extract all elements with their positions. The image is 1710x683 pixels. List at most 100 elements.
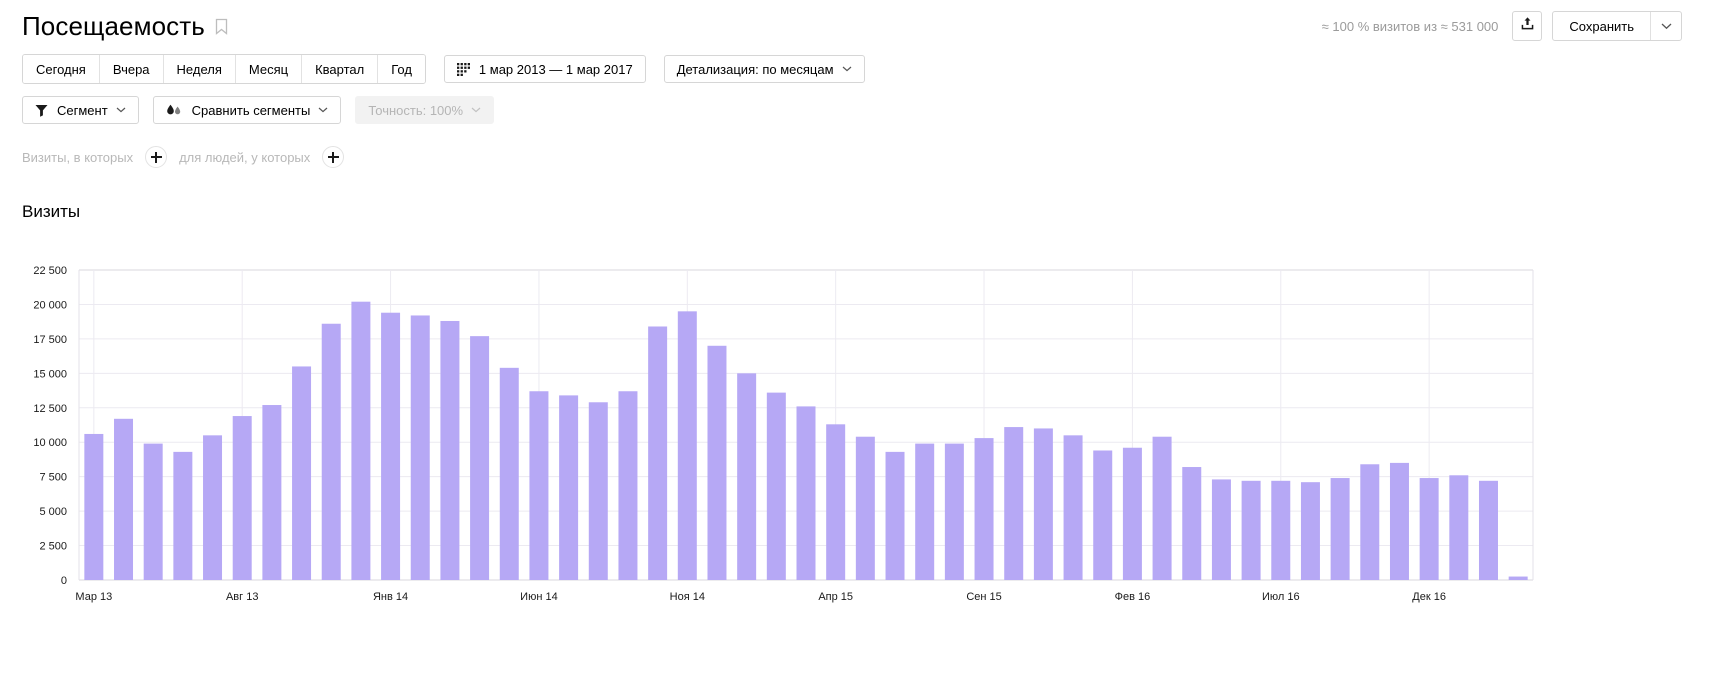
date-range-label: 1 мар 2013 — 1 мар 2017 xyxy=(478,61,633,77)
x-axis-tick-label: Сен 15 xyxy=(966,591,1001,603)
y-axis-tick-label: 15 000 xyxy=(33,368,67,380)
compare-drops-icon xyxy=(166,104,183,117)
y-axis-tick-label: 0 xyxy=(61,575,67,587)
chart-bar[interactable] xyxy=(588,402,608,580)
bookmark-icon[interactable] xyxy=(215,18,228,35)
chart-bar[interactable] xyxy=(321,323,341,580)
chart-bar[interactable] xyxy=(1449,475,1469,580)
chart-bar[interactable] xyxy=(826,424,846,580)
segment-label: Сегмент xyxy=(57,102,108,118)
add-people-condition-button[interactable] xyxy=(322,146,345,168)
x-axis-tick-label: Янв 14 xyxy=(373,591,408,603)
chart-bar[interactable] xyxy=(381,312,401,580)
chart-bar[interactable] xyxy=(915,443,935,580)
y-axis-tick-label: 5 000 xyxy=(39,506,67,518)
chart-bar[interactable] xyxy=(766,392,786,580)
y-axis-tick-label: 22 500 xyxy=(33,265,67,277)
chart-bar[interactable] xyxy=(292,366,312,580)
calendar-grid-icon xyxy=(456,62,470,76)
chart-bar[interactable] xyxy=(1152,436,1172,580)
x-axis-tick-label: Фев 16 xyxy=(1115,591,1151,603)
chart-bar[interactable] xyxy=(677,311,697,580)
people-filter-label: для людей, у которых xyxy=(179,149,311,165)
chart-bar[interactable] xyxy=(499,367,519,580)
add-visit-condition-button[interactable] xyxy=(145,146,168,168)
y-axis-tick-label: 17 500 xyxy=(33,334,67,346)
save-dropdown-button[interactable] xyxy=(1650,12,1681,40)
period-button-today[interactable]: Сегодня xyxy=(23,55,100,83)
chart-bar[interactable] xyxy=(410,315,430,580)
x-axis-tick-label: Июн 14 xyxy=(520,591,558,603)
x-axis-tick-label: Апр 15 xyxy=(818,591,853,603)
chart-bar[interactable] xyxy=(648,326,668,580)
x-axis-tick-label: Июл 16 xyxy=(1262,591,1300,603)
chart-bar[interactable] xyxy=(1122,447,1142,580)
date-range-picker[interactable]: 1 мар 2013 — 1 мар 2017 xyxy=(443,55,646,83)
save-button[interactable]: Сохранить xyxy=(1553,12,1650,40)
chart-bar[interactable] xyxy=(529,391,549,580)
x-axis-tick-label: Дек 16 xyxy=(1412,591,1446,603)
page-title: Посещаемость xyxy=(22,11,205,41)
chart-bar[interactable] xyxy=(618,391,638,580)
chart-bar[interactable] xyxy=(114,418,134,580)
chart-bar[interactable] xyxy=(974,438,994,580)
x-axis-tick-label: Ноя 14 xyxy=(670,591,705,603)
chart-bar[interactable] xyxy=(796,406,816,580)
segment-toolbar: Сегмент Сравнить сегменты Точность: 100% xyxy=(0,84,1710,124)
chart-bar[interactable] xyxy=(1241,480,1261,580)
chart-bar[interactable] xyxy=(737,373,757,580)
period-button-week[interactable]: Неделя xyxy=(163,55,236,83)
chart-bar[interactable] xyxy=(1300,482,1320,580)
period-button-yesterday[interactable]: Вчера xyxy=(99,55,164,83)
y-axis-tick-label: 7 500 xyxy=(39,472,67,484)
chart-bar[interactable] xyxy=(855,436,875,580)
chart-canvas: 0 2 500 5 000 7 500 10 000 12 500 15 000 17 500… xyxy=(33,265,1534,603)
chart-bar[interactable] xyxy=(1063,435,1083,580)
period-button-month[interactable]: Месяц xyxy=(235,55,303,83)
period-button-quarter[interactable]: Квартал xyxy=(302,55,379,83)
chart-bar[interactable] xyxy=(1389,462,1409,580)
segment-dropdown[interactable]: Сегмент xyxy=(22,96,139,124)
chart-bar[interactable] xyxy=(262,405,282,580)
chart-bar[interactable] xyxy=(885,451,905,580)
chart-bar[interactable] xyxy=(707,345,727,580)
chart-bar[interactable] xyxy=(1004,427,1024,580)
chart-bar[interactable] xyxy=(559,395,579,580)
period-button-year[interactable]: Год xyxy=(378,55,425,83)
chart-bar[interactable] xyxy=(944,443,964,580)
y-axis-tick-label: 10 000 xyxy=(33,437,67,449)
visits-filter-label: Визиты, в которых xyxy=(22,149,134,165)
chart-bar[interactable] xyxy=(1478,480,1498,580)
chart-bar[interactable] xyxy=(1419,478,1439,580)
share-upload-icon xyxy=(1520,16,1535,36)
compare-segments-dropdown[interactable]: Сравнить сегменты xyxy=(152,96,342,124)
chart-bar[interactable] xyxy=(440,320,460,580)
chart-bar[interactable] xyxy=(1330,478,1350,580)
chart-bar[interactable] xyxy=(232,416,252,580)
visits-bar-chart[interactable]: 0 2 500 5 000 7 500 10 000 12 500 15 000 17 500… xyxy=(0,258,1710,608)
chart-bar[interactable] xyxy=(173,451,193,580)
save-button-group[interactable]: Сохранить xyxy=(1552,11,1682,41)
detail-level-dropdown[interactable]: Детализация: по месяцам xyxy=(663,55,865,83)
chart-heading: Визиты xyxy=(22,202,81,221)
chart-bar[interactable] xyxy=(1211,479,1231,580)
chart-bar[interactable] xyxy=(1033,428,1053,580)
chart-bar[interactable] xyxy=(351,301,371,580)
funnel-filter-icon xyxy=(35,104,48,117)
chart-bar[interactable] xyxy=(1271,480,1291,580)
period-toolbar: Сегодня Вчера Неделя Месяц Квартал Год 1… xyxy=(0,40,1710,84)
chart-bar[interactable] xyxy=(1508,576,1528,580)
chart-bar[interactable] xyxy=(143,443,163,580)
chart-bar[interactable] xyxy=(1093,450,1113,580)
accuracy-dropdown[interactable]: Точность: 100% xyxy=(355,96,495,124)
chart-bar[interactable] xyxy=(1182,467,1202,580)
chevron-down-icon xyxy=(1661,17,1672,35)
chart-bar[interactable] xyxy=(203,435,223,580)
chart-bar[interactable] xyxy=(1360,464,1380,580)
y-axis-tick-label: 12 500 xyxy=(33,403,67,415)
plus-icon xyxy=(150,151,162,163)
share-button[interactable] xyxy=(1512,11,1543,41)
chart-bar[interactable] xyxy=(84,433,104,580)
chart-bar[interactable] xyxy=(470,336,490,580)
period-button-group: Сегодня Вчера Неделя Месяц Квартал Год xyxy=(22,54,426,84)
